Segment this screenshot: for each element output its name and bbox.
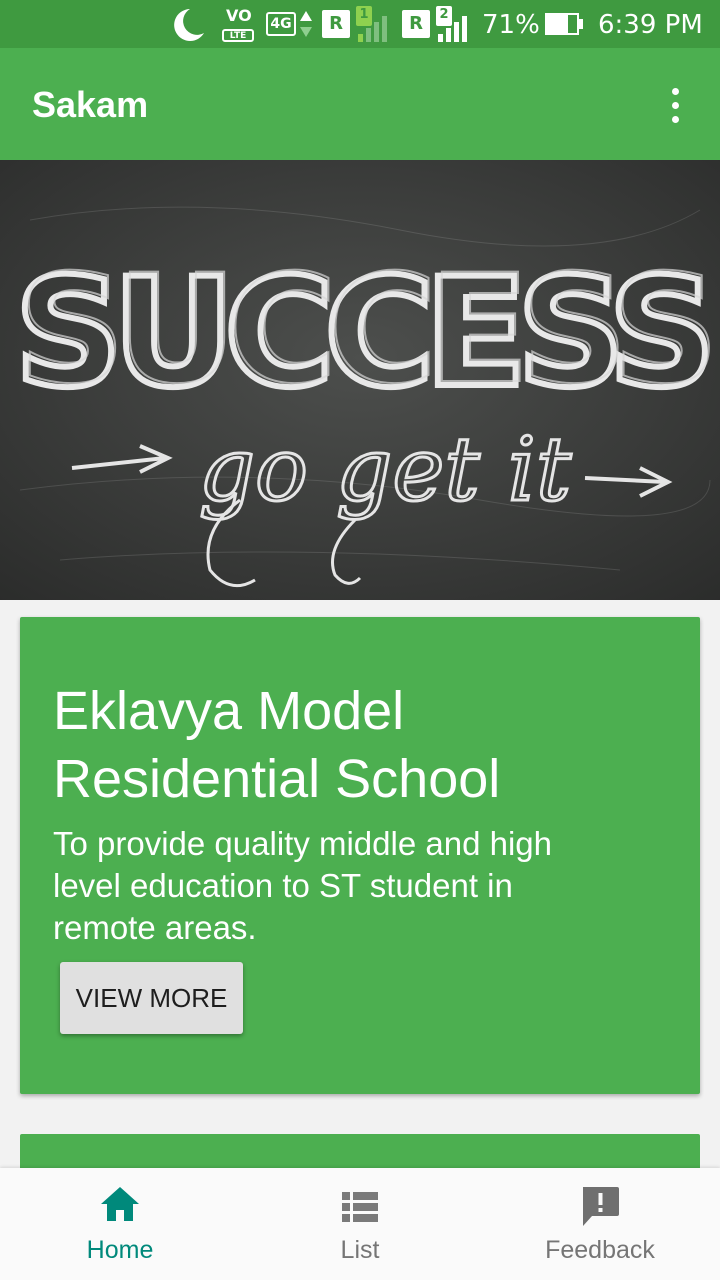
card-description-line-2: level education to ST student in [53,867,513,904]
sim1-signal-icon [358,16,387,42]
lte-label: LTE [222,29,254,42]
app-title: Sakam [32,84,149,125]
status-bar: VO LTE 4G R 1 R 2 71% 6:39 PM [0,0,720,48]
volte-label: VO [226,6,252,25]
card-title: Eklavya Model Residential School [53,677,673,813]
sim2-roaming-badge: R [402,10,430,38]
card-title-line-1: Eklavya Model [53,681,405,741]
app-bar: Sakam [0,48,720,160]
svg-text:go get it: go get it [199,418,572,521]
nav-item-list[interactable]: List [240,1168,480,1280]
nav-label-feedback: Feedback [545,1236,655,1264]
status-clock: 6:39 PM [598,10,703,40]
sim2-signal-icon [438,16,467,42]
banner-carousel[interactable]: SUCCESS SUCCESS go get it [0,160,720,600]
chalkboard-success-image: SUCCESS SUCCESS go get it [0,160,720,600]
card-description-line-3: remote areas. [53,909,257,946]
svg-text:SUCCESS: SUCCESS [18,243,710,417]
home-icon [101,1187,139,1221]
network-type-label: 4G [266,12,296,36]
volte-icon: VO LTE [222,6,256,44]
sim1-roaming-badge: R [322,10,350,38]
data-activity-arrows-icon [300,11,312,37]
battery-percent: 71% [482,10,540,40]
nav-item-home[interactable]: Home [0,1168,240,1280]
more-vert-icon[interactable] [660,86,692,126]
view-more-button[interactable]: VIEW MORE [60,962,243,1034]
bottom-navigation: Home List Feedback [0,1168,720,1280]
nav-label-list: List [340,1236,380,1264]
nav-label-home: Home [86,1236,154,1264]
nav-item-feedback[interactable]: Feedback [480,1168,720,1280]
card-description: To provide quality middle and high level… [53,823,673,949]
school-card: Eklavya Model Residential School To prov… [20,617,700,1094]
card-title-line-2: Residential School [53,749,501,809]
feedback-icon [583,1187,619,1226]
card-description-line-1: To provide quality middle and high [53,825,552,862]
list-icon [342,1192,378,1222]
battery-icon [545,13,583,35]
do-not-disturb-moon-icon [174,9,204,41]
